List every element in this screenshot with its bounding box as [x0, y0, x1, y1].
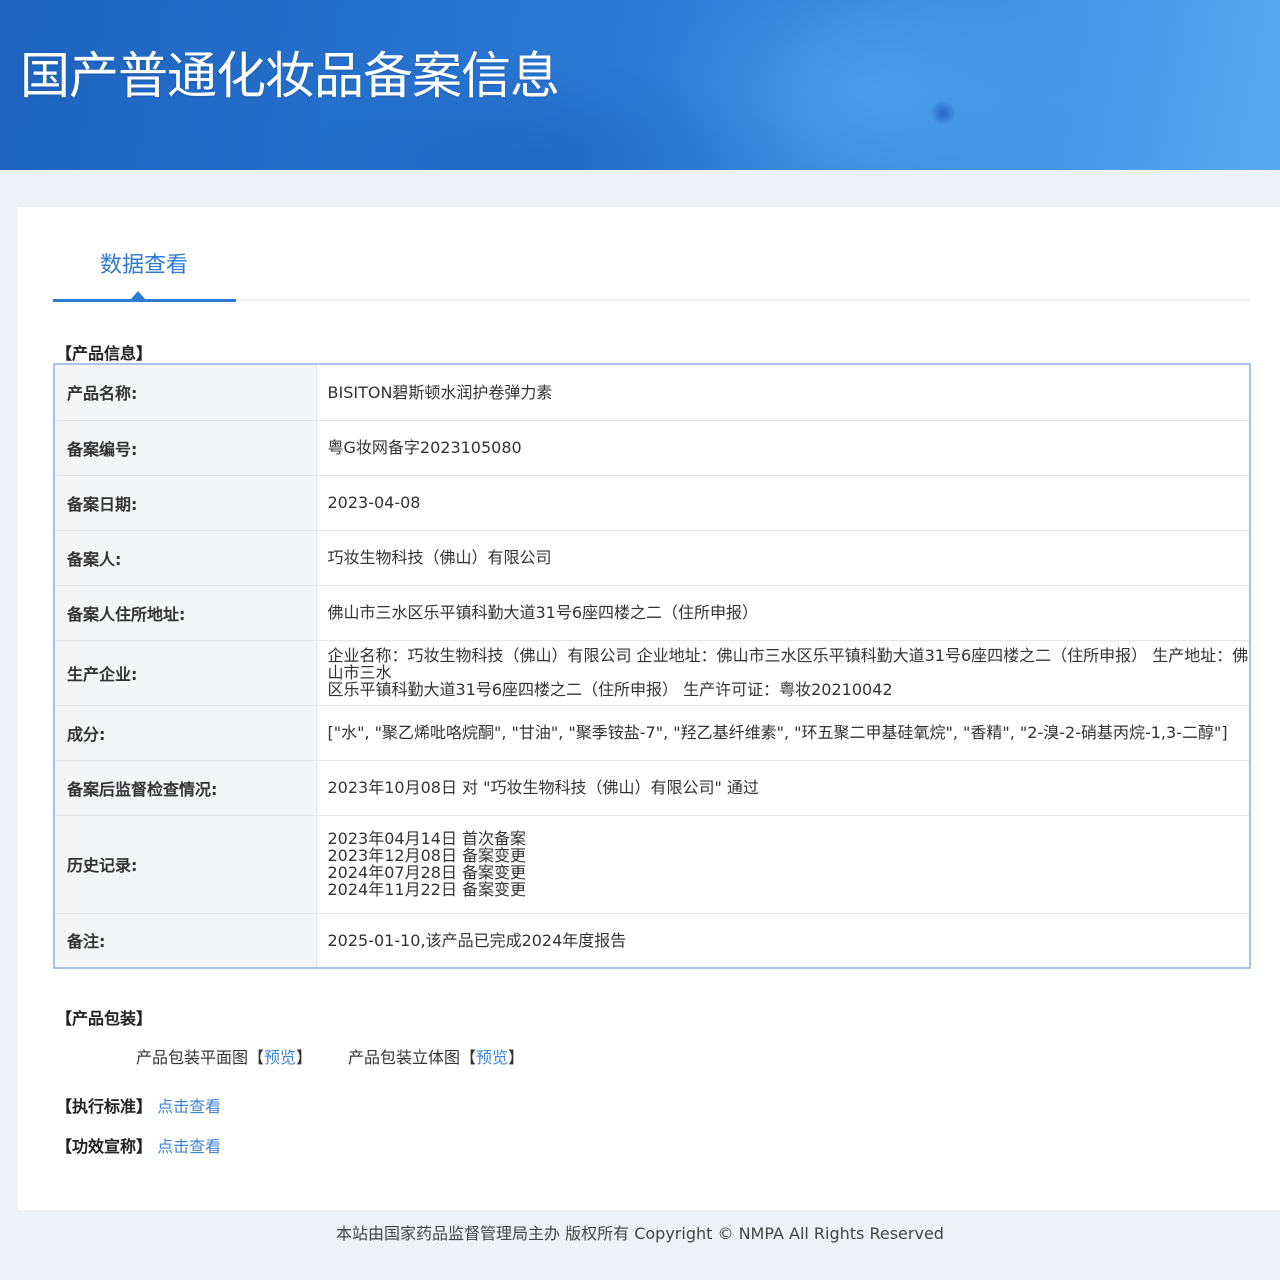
row-value-line: 2023年04月14日 首次备案 [327, 829, 527, 848]
row-value-line: 企业名称：巧妆生物科技（佛山）有限公司 企业地址：佛山市三水区乐平镇科勤大道31… [327, 646, 1249, 682]
row-value: 2023-04-08 [316, 475, 1250, 531]
table-row: 备案后监督检查情况: 2023年10月08日 对 "巧妆生物科技（佛山）有限公司… [54, 760, 1250, 816]
row-value-line: 区乐平镇科勤大道31号6座四楼之二（住所申报） 生产许可证：粤妆20210042 [327, 680, 893, 699]
row-key: 备案日期: [54, 475, 317, 531]
page-title: 国产普通化妆品备案信息 [20, 47, 560, 105]
banner-decoration [930, 100, 956, 126]
section-product-info: 【产品信息】 [56, 344, 153, 363]
package-solid-label: 产品包装立体图 [348, 1048, 461, 1067]
row-key: 备案人: [54, 530, 317, 586]
product-info-table: 产品名称: BISITON碧斯顿水润护卷弹力素 备案编号: 粤G妆网备字2023… [53, 363, 1251, 969]
table-row: 成分: ["水", "聚乙烯吡咯烷酮", "甘油", "聚季铵盐-7", "羟乙… [54, 705, 1250, 761]
row-value: 2023年04月14日 首次备案 2023年12月08日 备案变更 2024年0… [316, 815, 1250, 914]
row-value: 2025-01-10,该产品已完成2024年度报告 [327, 930, 627, 950]
exec-standard-row: 【执行标准】 点击查看 [56, 1093, 221, 1117]
table-row: 备案人住所地址: 佛山市三水区乐平镇科勤大道31号6座四楼之二（住所申报） [54, 585, 1250, 641]
row-value: 企业名称：巧妆生物科技（佛山）有限公司 企业地址：佛山市三水区乐平镇科勤大道31… [316, 640, 1250, 706]
package-flat: 产品包装平面图【预览】 [136, 1044, 312, 1068]
table-row: 历史记录: 2023年04月14日 首次备案 2023年12月08日 备案变更 … [54, 815, 1250, 914]
table-row: 备案日期: 2023-04-08 [54, 475, 1250, 531]
bracket-open: 【 [248, 1048, 265, 1067]
row-key: 历史记录: [54, 815, 317, 914]
package-solid: 产品包装立体图【预览】 [348, 1044, 524, 1068]
section-efficacy-claim: 【功效宣称】 [56, 1137, 153, 1156]
row-key: 备案后监督检查情况: [54, 760, 317, 816]
row-value-line: 2024年07月28日 备案变更 [327, 863, 527, 882]
row-value: ["水", "聚乙烯吡咯烷酮", "甘油", "聚季铵盐-7", "羟乙基纤维素… [316, 705, 1250, 761]
row-value-line: 2023年12月08日 备案变更 [327, 846, 527, 865]
exec-standard-view-link[interactable]: 点击查看 [157, 1097, 221, 1116]
row-key: 备注: [54, 913, 317, 968]
table-row: 备案人: 巧妆生物科技（佛山）有限公司 [54, 530, 1250, 586]
tab-bar: 数据查看 [53, 207, 1251, 302]
footer-copyright: 本站由国家药品监督管理局主办 版权所有 Copyright © NMPA All… [336, 1224, 944, 1243]
row-key: 生产企业: [54, 640, 317, 706]
header-banner: 国产普通化妆品备案信息 [0, 0, 1280, 170]
row-value: 巧妆生物科技（佛山）有限公司 [316, 530, 1250, 586]
table-row: 备案编号: 粤G妆网备字2023105080 [54, 420, 1250, 476]
preview-solid-link[interactable]: 预览 [476, 1048, 508, 1067]
row-key: 成分: [54, 705, 317, 761]
row-key: 产品名称: [54, 364, 317, 421]
row-key: 备案人住所地址: [54, 585, 317, 641]
tab-caret-icon [131, 291, 145, 299]
row-value: BISITON碧斯顿水润护卷弹力素 [316, 364, 1250, 421]
preview-flat-link[interactable]: 预览 [264, 1048, 296, 1067]
section-exec-standard: 【执行标准】 [56, 1097, 153, 1116]
section-product-package: 【产品包装】 [56, 1009, 153, 1028]
bracket-open: 【 [460, 1048, 477, 1067]
bracket-close: 】 [296, 1048, 313, 1067]
row-key: 备案编号: [54, 420, 317, 476]
tab-active-indicator [53, 299, 236, 302]
tab-data-view[interactable]: 数据查看 [100, 247, 188, 279]
row-value: 2023年10月08日 对 "巧妆生物科技（佛山）有限公司" 通过 [316, 760, 1250, 816]
package-flat-label: 产品包装平面图 [136, 1048, 249, 1067]
table-row: 产品名称: BISITON碧斯顿水润护卷弹力素 [54, 364, 1250, 421]
table-row: 生产企业: 企业名称：巧妆生物科技（佛山）有限公司 企业地址：佛山市三水区乐平镇… [54, 640, 1250, 706]
row-value-line: 2024年11月22日 备案变更 [327, 880, 527, 899]
table-row: 备注: 2025-01-10,该产品已完成2024年度报告 [54, 913, 1250, 968]
efficacy-claim-view-link[interactable]: 点击查看 [157, 1137, 221, 1156]
efficacy-claim-row: 【功效宣称】 点击查看 [56, 1133, 221, 1157]
bracket-close: 】 [508, 1048, 525, 1067]
row-value: 粤G妆网备字2023105080 [316, 420, 1250, 476]
content-panel: 数据查看 【产品信息】 产品名称: BISITON碧斯顿水润护卷弹力素 备案编号… [18, 207, 1280, 1210]
row-value: 佛山市三水区乐平镇科勤大道31号6座四楼之二（住所申报） [316, 585, 1250, 641]
